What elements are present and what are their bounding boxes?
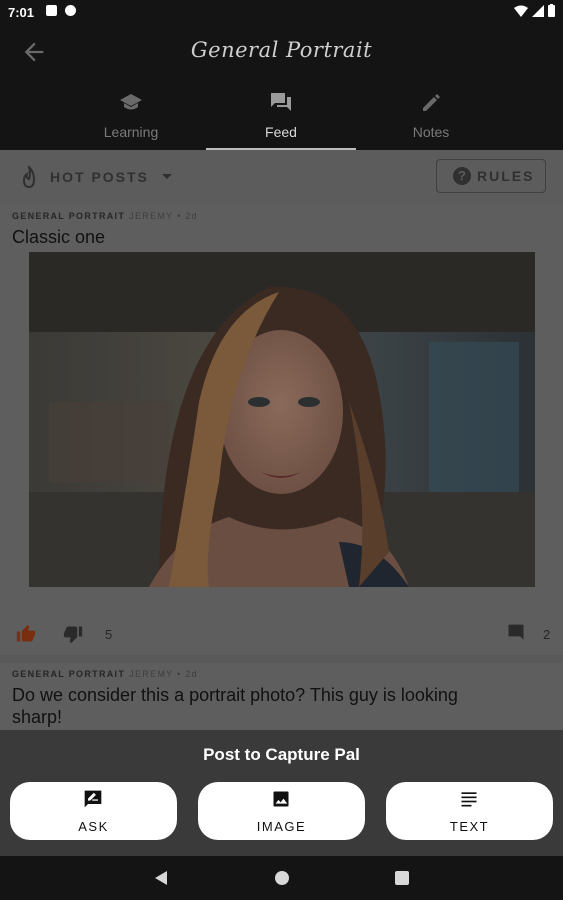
post-title: Classic one bbox=[12, 227, 106, 247]
pencil-icon bbox=[423, 94, 440, 111]
app-bar: General Portrait Learning Feed Notes bbox=[0, 24, 563, 150]
text-button[interactable]: TEXT bbox=[386, 782, 553, 840]
post-meta: GENERAL PORTRAIT JEREMY • 2d bbox=[12, 669, 198, 679]
wifi-icon bbox=[514, 5, 528, 17]
filter-bar: HOT POSTS ? RULES bbox=[0, 150, 563, 205]
post-meta: GENERAL PORTRAIT JEREMY • 2d bbox=[12, 211, 198, 221]
thumbs-up-icon[interactable] bbox=[16, 624, 36, 644]
comment-count: 2 bbox=[543, 627, 551, 642]
thumbs-down-icon[interactable] bbox=[63, 624, 83, 644]
sort-dropdown[interactable]: HOT POSTS bbox=[50, 169, 149, 185]
sheet-title: Post to Capture Pal bbox=[203, 745, 360, 764]
post-image[interactable] bbox=[29, 252, 535, 587]
image-label: IMAGE bbox=[256, 819, 307, 834]
rate-review-icon bbox=[84, 790, 102, 808]
rules-label: RULES bbox=[477, 168, 535, 184]
vote-score: 5 bbox=[105, 627, 113, 642]
post-card[interactable]: GENERAL PORTRAITJEREMY • 2d Classic one bbox=[0, 205, 563, 655]
rules-button[interactable]: ? RULES bbox=[436, 159, 546, 193]
post-bottom-sheet: Post to Capture Pal ASK IMAGE TEXT bbox=[0, 730, 563, 856]
status-icons bbox=[514, 4, 555, 17]
tab-notes[interactable]: Notes bbox=[356, 86, 506, 150]
ask-label: ASK bbox=[78, 819, 109, 834]
image-icon bbox=[273, 791, 289, 807]
text-label: TEXT bbox=[449, 819, 490, 834]
post-byline: JEREMY • 2d bbox=[129, 211, 198, 221]
comment-icon[interactable] bbox=[506, 623, 526, 643]
battery-icon bbox=[548, 4, 555, 17]
tab-learning[interactable]: Learning bbox=[56, 86, 206, 150]
nav-recents-icon[interactable] bbox=[395, 871, 409, 885]
status-time: 7:01 bbox=[8, 5, 35, 20]
tab-label: Notes bbox=[412, 124, 450, 140]
post-byline: JEREMY • 2d bbox=[129, 669, 198, 679]
tab-feed[interactable]: Feed bbox=[206, 86, 356, 150]
help-icon: ? bbox=[453, 167, 471, 185]
post-card[interactable]: GENERAL PORTRAIT JEREMY • 2d Do we consid… bbox=[0, 663, 563, 730]
post-community: GENERAL PORTRAIT bbox=[12, 669, 126, 679]
signal-icon bbox=[532, 4, 544, 17]
nav-back-icon[interactable] bbox=[154, 870, 168, 886]
graduation-cap-icon bbox=[120, 94, 142, 110]
chevron-down-icon[interactable] bbox=[162, 174, 172, 179]
status-bar: 7:01 bbox=[0, 0, 563, 24]
page-title: General Portrait bbox=[190, 38, 373, 62]
feed-icon bbox=[271, 93, 291, 111]
post-community: GENERAL PORTRAIT bbox=[12, 211, 126, 221]
image-button[interactable]: IMAGE bbox=[198, 782, 365, 840]
tab-label: Feed bbox=[265, 124, 297, 140]
nav-home-icon[interactable] bbox=[275, 871, 289, 885]
post-title: Do we consider this a portrait photo? Th… bbox=[12, 685, 458, 727]
tab-bar: Learning Feed Notes bbox=[56, 86, 506, 150]
notification-icon bbox=[46, 5, 57, 16]
text-lines-icon bbox=[461, 792, 477, 807]
system-nav-bar bbox=[0, 856, 563, 900]
flame-icon bbox=[22, 166, 36, 188]
ask-button[interactable]: ASK bbox=[10, 782, 177, 840]
tab-label: Learning bbox=[103, 124, 159, 140]
feed-content: HOT POSTS ? RULES GENERAL PORTRAIT JEREMY… bbox=[0, 150, 563, 730]
sync-icon bbox=[65, 5, 76, 16]
